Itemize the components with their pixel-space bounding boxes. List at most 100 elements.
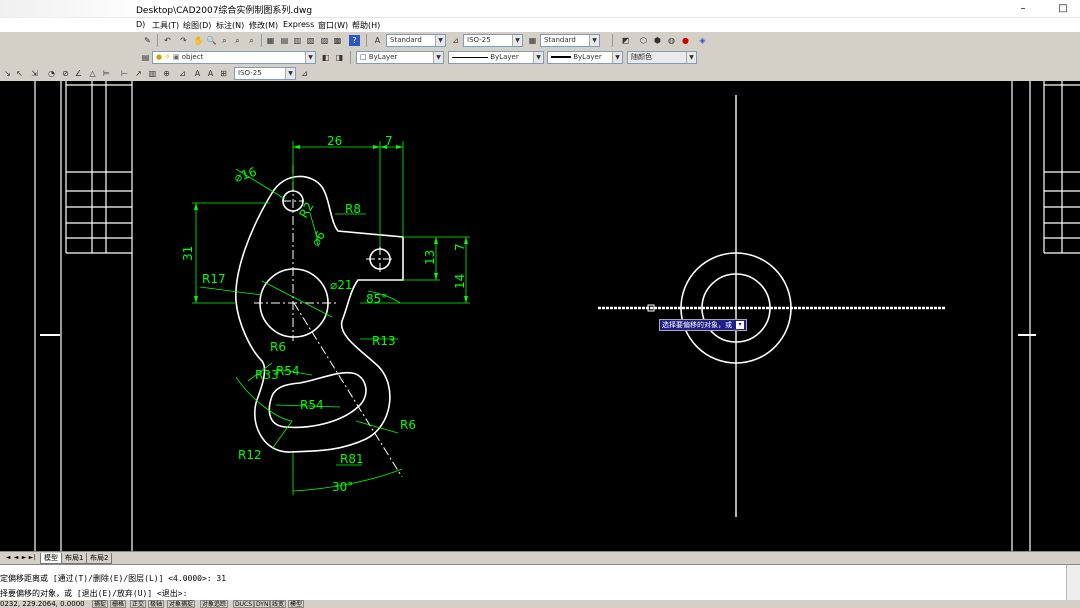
maximize-button[interactable]: □: [1050, 0, 1076, 18]
otrack-toggle[interactable]: 对象追踪: [200, 600, 229, 608]
line-preview-icon: [452, 56, 488, 58]
first-tab-arrow-icon[interactable]: ◄: [4, 553, 12, 563]
material-icon[interactable]: ●: [680, 35, 691, 46]
3d-view-icon[interactable]: ⬢: [652, 35, 663, 46]
last-tab-arrow-icon[interactable]: ►|: [28, 553, 36, 563]
match-properties-icon[interactable]: ✎: [142, 35, 153, 46]
menu-item-dimension[interactable]: 标注(N): [216, 20, 244, 31]
menu-item-express[interactable]: Express: [283, 20, 314, 29]
text-style-select[interactable]: Standard ▼: [386, 34, 446, 47]
zoom-window-icon[interactable]: ⌕: [219, 35, 230, 46]
command-line[interactable]: 定偏移距离或 [通过(T)/删除(E)/图层(L)] <4.0000>: 31 …: [0, 564, 1080, 601]
plot-style-select[interactable]: 随颜色 ▼: [627, 51, 697, 64]
dim-linear-icon[interactable]: ↘: [2, 68, 13, 79]
table-style-icon[interactable]: ▦: [527, 35, 538, 46]
dim-text: 14: [453, 274, 467, 289]
tab-model[interactable]: 模型: [40, 553, 62, 564]
snap-toggle[interactable]: 捕捉: [92, 600, 109, 608]
osnap-toggle[interactable]: 对象捕捉: [167, 600, 196, 608]
layers-toolbar: ▤ ● ☼ ▣ object ▼ ◧ ◨ □ ByLayer ▼ ByLayer ▼…: [0, 49, 1080, 65]
table-style-select[interactable]: Standard ▼: [540, 34, 600, 47]
zoom-previous-icon[interactable]: ⌕: [232, 35, 243, 46]
chevron-down-icon: ▼: [533, 52, 543, 63]
3d-box-icon[interactable]: ⬡: [638, 35, 649, 46]
pan-icon[interactable]: ✋: [193, 35, 204, 46]
prev-tab-arrow-icon[interactable]: ◄: [12, 553, 20, 563]
ducs-toggle[interactable]: DUCS: [233, 600, 255, 608]
text-style-icon[interactable]: A: [372, 35, 383, 46]
markup-icon[interactable]: ▨: [319, 35, 330, 46]
next-tab-arrow-icon[interactable]: ►: [20, 553, 28, 563]
sun-icon: ☼: [164, 53, 171, 61]
dim-ordinate-icon[interactable]: ⇲: [29, 68, 40, 79]
lineweight-select[interactable]: ByLayer ▼: [547, 51, 623, 64]
layer-select[interactable]: ● ☼ ▣ object ▼: [152, 51, 316, 64]
quick-dim-icon[interactable]: △: [87, 68, 98, 79]
polar-toggle[interactable]: 极轴: [148, 600, 165, 608]
dynamic-input-tooltip: 选择要偏移的对象，或 ▾: [659, 319, 747, 331]
title-bar: Desktop\CAD2007综合实例制图系列.dwg – □: [0, 0, 1080, 34]
leader-icon[interactable]: ↗: [133, 68, 144, 79]
dim-baseline-icon[interactable]: ⊨: [101, 68, 112, 79]
dim-style-select-2[interactable]: ISO-25 ▼: [234, 67, 296, 80]
zoom-extents-icon[interactable]: ⌕: [246, 35, 257, 46]
color-select[interactable]: □ ByLayer ▼: [356, 51, 444, 64]
dim-style-select[interactable]: ISO-25 ▼: [463, 34, 523, 47]
color-swatch-icon: □: [360, 53, 369, 61]
minimize-button[interactable]: –: [1010, 0, 1036, 18]
sheet-set-icon[interactable]: ▧: [305, 35, 316, 46]
dim-aligned-icon[interactable]: ↖: [14, 68, 25, 79]
menu-item-draw[interactable]: 绘图(D): [183, 20, 211, 31]
linetype-select[interactable]: ByLayer ▼: [448, 51, 544, 64]
dim-update2-icon[interactable]: ⊞: [218, 68, 229, 79]
calculator-icon[interactable]: ▩: [332, 35, 343, 46]
layer-manager-icon[interactable]: ▤: [140, 52, 151, 63]
drawing-canvas[interactable]: 26 7 ⌀16 R8 R2 ⌀6 31 13 7 14 R17 ⌀21 85°…: [0, 81, 1080, 551]
design-center-icon[interactable]: ▤: [279, 35, 290, 46]
dimension-text: 26 7 ⌀16 R8 R2 ⌀6 31 13 7 14 R17 ⌀21 85°…: [181, 134, 467, 494]
command-scrollbar[interactable]: [1066, 565, 1080, 601]
center-mark-icon[interactable]: ⊕: [161, 68, 172, 79]
dim-text-edit-icon[interactable]: A: [192, 68, 203, 79]
render-icon[interactable]: ◍: [666, 35, 677, 46]
layer-previous-icon[interactable]: ◨: [334, 52, 345, 63]
dim-radius-icon[interactable]: ◔: [46, 68, 57, 79]
menu-item-tools[interactable]: 工具(T): [152, 20, 179, 31]
dim-update-icon[interactable]: A: [205, 68, 216, 79]
menu-item-view[interactable]: D): [136, 20, 145, 29]
tab-layout1[interactable]: 布局1: [61, 553, 88, 564]
properties-icon[interactable]: ▦: [265, 35, 276, 46]
arrow-down-icon[interactable]: ▾: [736, 321, 744, 329]
chevron-down-icon: ▼: [512, 35, 522, 46]
dim-text: R6: [270, 340, 286, 354]
dim-style-icon[interactable]: ⊿: [450, 35, 461, 46]
help-icon[interactable]: ?: [349, 35, 360, 46]
ortho-toggle[interactable]: 正交: [130, 600, 147, 608]
dim-style-manager-icon[interactable]: ⊿: [299, 68, 310, 79]
menu-item-modify[interactable]: 修改(M): [249, 20, 278, 31]
lineweight-toggle[interactable]: 线宽: [270, 600, 287, 608]
dim-text: ⌀21: [330, 278, 353, 292]
layout-icon[interactable]: ◩: [620, 35, 631, 46]
dim-edit-icon[interactable]: ⊿: [177, 68, 188, 79]
zoom-realtime-icon[interactable]: 🔍: [206, 35, 217, 46]
dim-text: 13: [423, 250, 437, 265]
redo-icon[interactable]: ↷: [178, 35, 189, 46]
visual-style-icon[interactable]: ◈: [697, 35, 708, 46]
undo-icon[interactable]: ↶: [162, 35, 173, 46]
coordinate-readout: 0232, 229.2064, 0.0000: [0, 600, 85, 608]
tool-palettes-icon[interactable]: ▥: [292, 35, 303, 46]
tolerance-icon[interactable]: ▥: [147, 68, 158, 79]
menu-item-window[interactable]: 窗口(W): [318, 20, 348, 31]
dyn-toggle[interactable]: DYN: [254, 600, 271, 608]
menu-item-help[interactable]: 帮助(H): [352, 20, 380, 31]
make-layer-current-icon[interactable]: ◧: [320, 52, 331, 63]
dim-continue-icon[interactable]: ⊢: [119, 68, 130, 79]
chevron-down-icon: ▼: [589, 35, 599, 46]
model-toggle[interactable]: 模型: [288, 600, 305, 608]
tab-layout2[interactable]: 布局2: [86, 553, 113, 564]
dim-angular-icon[interactable]: ∠: [73, 68, 84, 79]
dim-diameter-icon[interactable]: ⊘: [60, 68, 71, 79]
chevron-down-icon: ▼: [433, 52, 443, 63]
grid-toggle[interactable]: 栅格: [110, 600, 127, 608]
